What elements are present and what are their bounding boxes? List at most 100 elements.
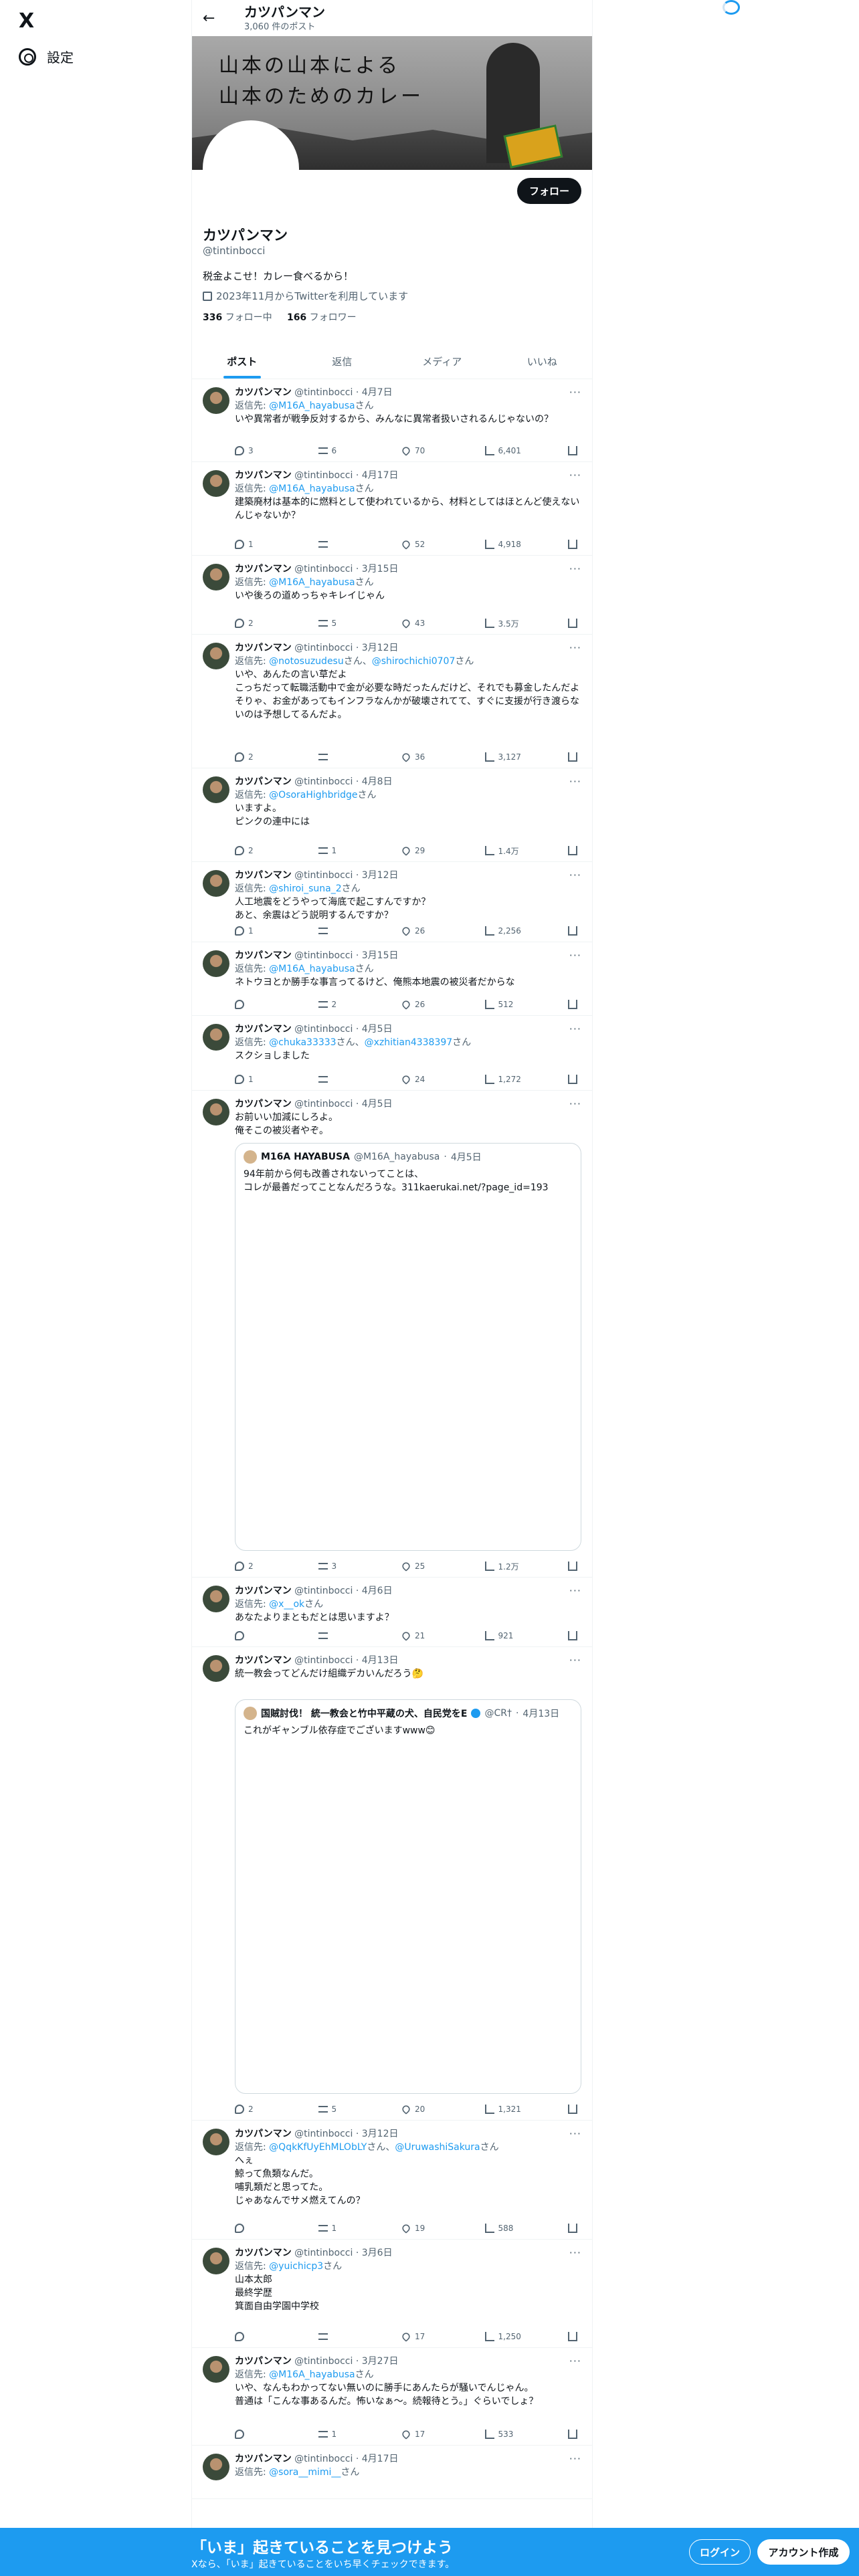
like-button[interactable]: 17 <box>401 2428 468 2441</box>
reply-button[interactable]: 2 <box>235 617 302 630</box>
views-button[interactable]: 533 <box>484 2428 552 2441</box>
quoted-tweet[interactable]: M16A HAYABUSA @M16A_hayabusa · 4月5日 94年前から何も… <box>235 1143 581 1551</box>
retweet-button[interactable] <box>318 924 385 938</box>
share-button[interactable] <box>568 538 581 551</box>
tweet-author-name[interactable]: カツパンマン <box>235 2454 292 2464</box>
tweet[interactable]: カツパンマン @tintinbocci · 3月12日 ··· 返信先: @QqkK… <box>192 2121 592 2240</box>
retweet-button[interactable] <box>318 1629 385 1642</box>
share-button[interactable] <box>568 1629 581 1642</box>
share-button[interactable] <box>568 2103 581 2116</box>
reply-button[interactable]: 2 <box>235 844 302 857</box>
reply-to-link[interactable]: @M16A_hayabusa <box>269 401 355 411</box>
like-button[interactable]: 43 <box>401 617 468 630</box>
retweet-button[interactable]: 6 <box>318 444 385 457</box>
share-button[interactable] <box>568 844 581 857</box>
tweet-handle[interactable]: @tintinbocci <box>294 2248 353 2258</box>
tweet-handle[interactable]: @tintinbocci <box>294 1024 353 1035</box>
tweet-handle[interactable]: @tintinbocci <box>294 2356 353 2367</box>
tweet-handle[interactable]: @tintinbocci <box>294 1655 353 1666</box>
reply-to-link[interactable]: @x__ok <box>269 1599 304 1610</box>
tweet-author-name[interactable]: カツパンマン <box>235 1099 292 1109</box>
views-button[interactable]: 4,918 <box>484 538 552 551</box>
tweet-author-name[interactable]: カツパンマン <box>235 1655 292 1666</box>
more-options-icon[interactable]: ··· <box>569 869 581 882</box>
reply-button[interactable] <box>235 2330 302 2343</box>
reply-to-link-2[interactable]: @xzhitian4338397 <box>365 1037 453 1048</box>
retweet-button[interactable]: 1 <box>318 2428 385 2441</box>
like-button[interactable]: 36 <box>401 750 468 764</box>
tweet-handle[interactable]: @tintinbocci <box>294 1586 353 1596</box>
like-button[interactable]: 17 <box>401 2330 468 2343</box>
views-button[interactable]: 1,272 <box>484 1073 552 1086</box>
tweet-author-name[interactable]: カツパンマン <box>235 776 292 787</box>
tweet-avatar[interactable] <box>203 2129 229 2155</box>
tweet-avatar[interactable] <box>203 1024 229 1051</box>
tab-likes[interactable]: いいね <box>492 344 593 379</box>
tab-posts[interactable]: ポスト <box>192 344 292 379</box>
tweet-author-name[interactable]: カツパンマン <box>235 2129 292 2139</box>
retweet-button[interactable]: 1 <box>318 2222 385 2235</box>
views-button[interactable]: 1,250 <box>484 2330 552 2343</box>
like-button[interactable]: 21 <box>401 1629 468 1642</box>
reply-to-link[interactable]: @M16A_hayabusa <box>269 484 355 494</box>
reply-to-link[interactable]: @QqkKfUyEhMLObLY <box>269 2142 367 2153</box>
tweet-handle[interactable]: @tintinbocci <box>294 470 353 481</box>
more-options-icon[interactable]: ··· <box>569 2452 581 2466</box>
more-options-icon[interactable]: ··· <box>569 2246 581 2260</box>
tweet[interactable]: カツパンマン @tintinbocci · 4月8日 ··· 返信先: @Osora… <box>192 768 592 862</box>
retweet-button[interactable]: 5 <box>318 617 385 630</box>
tweet-avatar[interactable] <box>203 1586 229 1612</box>
tweet-avatar[interactable] <box>203 387 229 414</box>
tweet-avatar[interactable] <box>203 470 229 497</box>
reply-button[interactable]: 1 <box>235 1073 302 1086</box>
follow-button[interactable]: フォロー <box>516 178 581 204</box>
views-button[interactable]: 6,401 <box>484 444 552 457</box>
tweet-date[interactable]: 4月7日 <box>362 387 393 398</box>
tweet-avatar[interactable] <box>203 776 229 803</box>
views-button[interactable]: 1.4万 <box>484 844 552 857</box>
tweet-avatar[interactable] <box>203 2356 229 2383</box>
share-button[interactable] <box>568 750 581 764</box>
views-button[interactable]: 1,321 <box>484 2103 552 2116</box>
tweet-author-name[interactable]: カツパンマン <box>235 470 292 481</box>
reply-button[interactable] <box>235 998 302 1011</box>
profile-avatar[interactable] <box>203 120 299 217</box>
tweet[interactable]: カツパンマン @tintinbocci · 3月12日 ··· 返信先: @noto… <box>192 635 592 768</box>
tweet-author-name[interactable]: カツパンマン <box>235 2356 292 2367</box>
views-button[interactable]: 2,256 <box>484 924 552 938</box>
tweet-date[interactable]: 4月6日 <box>362 1586 393 1596</box>
tweet[interactable]: カツパンマン @tintinbocci · 4月5日 ··· お前いい加減にしろよ。… <box>192 1091 592 1578</box>
tweet-avatar[interactable] <box>203 2454 229 2480</box>
tweet-handle[interactable]: @tintinbocci <box>294 776 353 787</box>
tweet-date[interactable]: 4月8日 <box>362 776 393 787</box>
back-arrow-icon[interactable]: ← <box>203 10 229 27</box>
tweet[interactable]: カツパンマン @tintinbocci · 3月15日 ··· 返信先: @M16A… <box>192 556 592 635</box>
more-options-icon[interactable]: ··· <box>569 386 581 399</box>
followers-link[interactable]: 166 フォロワー <box>287 312 357 323</box>
tweet-author-name[interactable]: カツパンマン <box>235 564 292 574</box>
tweet-avatar[interactable] <box>203 870 229 897</box>
x-logo-icon[interactable]: X <box>19 9 34 33</box>
more-options-icon[interactable]: ··· <box>569 1097 581 1111</box>
share-button[interactable] <box>568 444 581 457</box>
like-button[interactable]: 29 <box>401 844 468 857</box>
reply-to-link[interactable]: @notosuzudesu <box>269 656 344 667</box>
more-options-icon[interactable]: ··· <box>569 2127 581 2141</box>
retweet-button[interactable] <box>318 750 385 764</box>
tweet-author-name[interactable]: カツパンマン <box>235 2248 292 2258</box>
reply-button[interactable] <box>235 2222 302 2235</box>
reply-button[interactable] <box>235 1629 302 1642</box>
more-options-icon[interactable]: ··· <box>569 1023 581 1036</box>
tweet-avatar[interactable] <box>203 2248 229 2274</box>
tweet-author-name[interactable]: カツパンマン <box>235 870 292 881</box>
reply-to-link[interactable]: @chuka33333 <box>269 1037 336 1048</box>
like-button[interactable]: 25 <box>401 1560 468 1573</box>
views-button[interactable]: 512 <box>484 998 552 1011</box>
more-options-icon[interactable]: ··· <box>569 2355 581 2368</box>
reply-to-link[interactable]: @sora__mimi__ <box>269 2467 341 2478</box>
reply-to-link[interactable]: @M16A_hayabusa <box>269 577 355 588</box>
views-button[interactable]: 3.5万 <box>484 617 552 630</box>
tweet-date[interactable]: 3月15日 <box>362 564 399 574</box>
views-button[interactable]: 921 <box>484 1629 552 1642</box>
share-button[interactable] <box>568 617 581 630</box>
